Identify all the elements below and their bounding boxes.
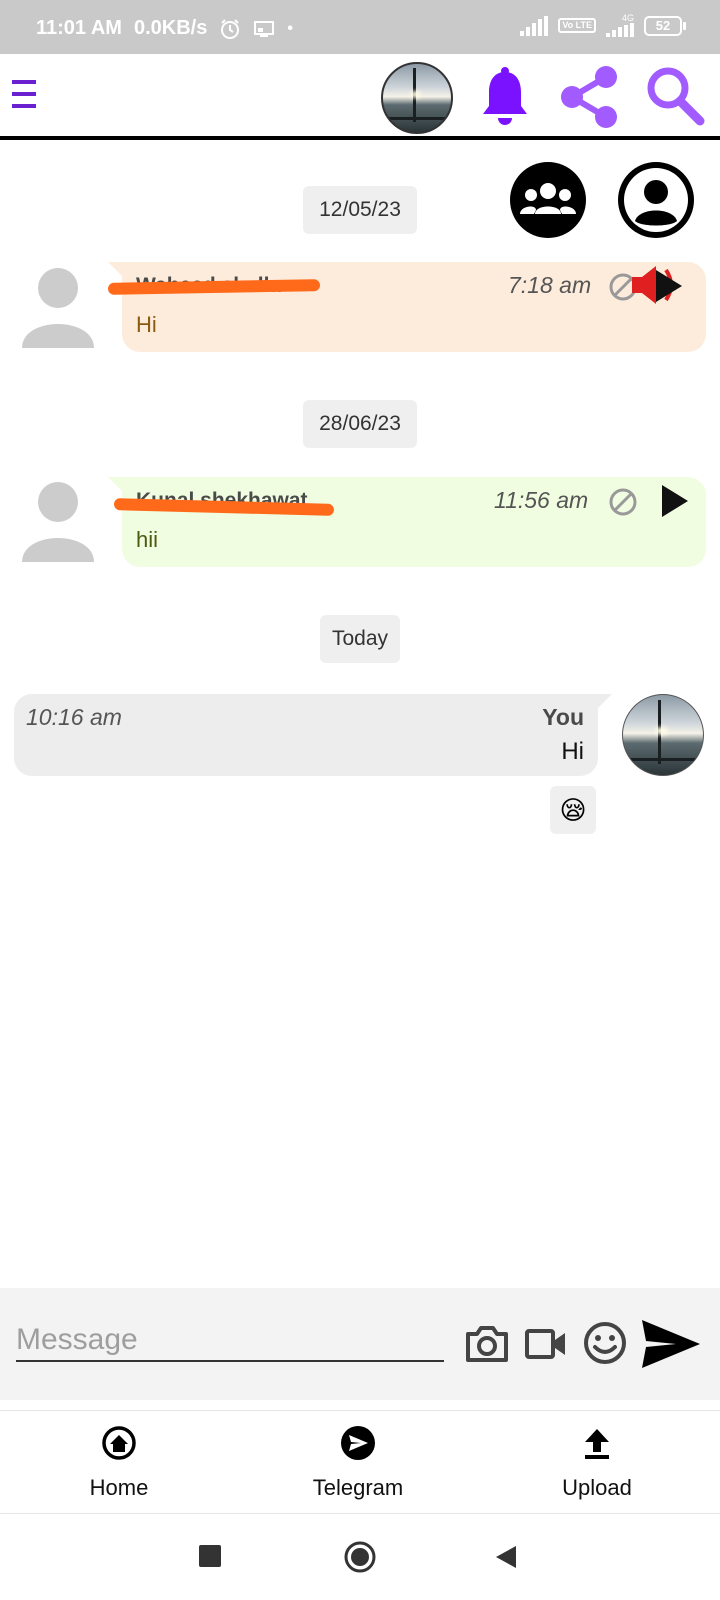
video-camera-icon[interactable]	[524, 1328, 568, 1360]
nav-label: Upload	[562, 1475, 632, 1500]
home-icon	[102, 1426, 136, 1460]
signal-icon	[520, 15, 549, 36]
message-text: hii	[136, 527, 159, 552]
send-icon[interactable]	[640, 1316, 702, 1372]
back-triangle-icon[interactable]	[494, 1544, 518, 1570]
bubble-tail	[598, 694, 612, 708]
bottom-nav: Home Telegram Upload	[0, 1410, 720, 1514]
nav-label: Telegram	[312, 1475, 404, 1500]
own-avatar[interactable]	[622, 694, 704, 776]
message-text: Hi	[136, 312, 157, 337]
default-avatar-icon	[22, 482, 94, 562]
nav-item-upload[interactable]: Upload	[497, 1411, 697, 1515]
nav-item-telegram[interactable]: Telegram	[258, 1411, 458, 1515]
cast-icon	[254, 20, 275, 37]
message-bubble[interactable]: Waheed shalla 7:18 am Hi	[107, 262, 706, 352]
status-left: 11:01 AM 0.0KB/s •	[36, 17, 293, 40]
reaction-badge[interactable]: 😪	[550, 786, 596, 834]
reaction-emoji: 😪	[559, 795, 587, 825]
status-right: Vo LTE 4G 52	[520, 14, 686, 37]
search-icon[interactable]	[644, 64, 706, 130]
battery-level: 52	[644, 15, 682, 36]
status-bar: 11:01 AM 0.0KB/s • Vo LTE 4G 52	[0, 0, 720, 54]
screen: 11:01 AM 0.0KB/s • Vo LTE 4G 52 12/05/23…	[0, 0, 720, 1600]
profile-button[interactable]	[618, 162, 694, 238]
default-avatar-icon	[22, 268, 94, 348]
group-button[interactable]	[510, 162, 586, 238]
recents-square-icon[interactable]	[199, 1545, 221, 1567]
message-text: Hi	[561, 738, 584, 765]
nav-item-home[interactable]: Home	[19, 1411, 219, 1515]
group-icon	[520, 183, 576, 214]
alarm-icon	[221, 18, 240, 39]
upload-icon	[585, 1429, 609, 1459]
bell-icon[interactable]	[480, 66, 530, 128]
dot-icon: •	[287, 19, 293, 37]
home-circle-icon[interactable]	[343, 1540, 377, 1574]
person-icon	[624, 168, 688, 232]
play-icon[interactable]	[660, 481, 690, 521]
message-time: 11:56 am	[494, 487, 589, 513]
signal-4g-icon	[606, 23, 634, 37]
bubble-tail	[108, 262, 122, 276]
camera-icon[interactable]	[464, 1324, 510, 1364]
app-bar	[0, 54, 720, 140]
redaction-scribble	[107, 279, 321, 295]
date-label: Today	[331, 627, 389, 650]
message-time: 10:16 am	[26, 704, 122, 730]
telegram-icon	[341, 1426, 375, 1460]
composer-bar	[0, 1288, 720, 1400]
bubble-tail	[108, 477, 122, 491]
status-speed: 0.0KB/s	[133, 17, 208, 39]
date-label: 12/05/23	[319, 198, 401, 221]
share-icon[interactable]	[558, 64, 622, 130]
message-input[interactable]	[16, 1320, 444, 1362]
play-icon[interactable]	[654, 266, 684, 306]
volte-badge: Vo LTE	[558, 18, 596, 33]
own-message-bubble[interactable]: 10:16 am You Hi	[14, 694, 612, 776]
message-time: 7:18 am	[508, 272, 592, 298]
profile-avatar[interactable]	[381, 62, 453, 134]
block-icon[interactable]	[608, 487, 638, 517]
network-type: 4G	[621, 13, 634, 23]
nav-label: Home	[89, 1475, 149, 1500]
signal-4g: 4G	[606, 14, 634, 37]
message-bubble[interactable]: Kunal shekhawat 11:56 am hii	[108, 477, 706, 567]
system-nav-bar	[0, 1514, 720, 1600]
date-chip: Today	[320, 615, 400, 663]
date-chip: 28/06/23	[303, 400, 417, 448]
emoji-icon[interactable]	[582, 1320, 628, 1366]
volte-text: Vo LTE	[562, 20, 592, 30]
battery-icon: 52	[644, 15, 686, 36]
date-label: 28/06/23	[319, 412, 401, 435]
date-chip: 12/05/23	[303, 186, 417, 234]
hamburger-menu-icon[interactable]	[12, 80, 38, 110]
sender-name: You	[542, 704, 584, 730]
status-time: 11:01 AM	[36, 17, 122, 39]
